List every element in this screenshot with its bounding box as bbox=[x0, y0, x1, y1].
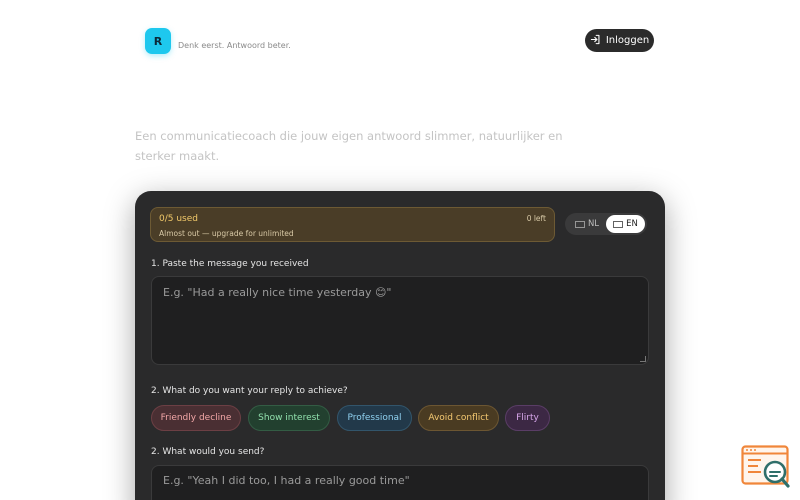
coach-card: 0/5 used 0 left Almost out — upgrade for… bbox=[135, 191, 665, 500]
login-icon bbox=[590, 34, 601, 48]
goal-chip-professional[interactable]: Professional bbox=[337, 405, 412, 431]
flag-en-icon bbox=[613, 220, 624, 228]
usage-remaining: 0 left bbox=[526, 214, 546, 223]
app-page: R Denk eerst. Antwoord beter. Inloggen E… bbox=[0, 0, 800, 500]
goal-chip-avoid-conflict[interactable]: Avoid conflict bbox=[418, 405, 499, 431]
brand-tagline: Denk eerst. Antwoord beter. bbox=[178, 41, 291, 50]
draft-reply-input[interactable]: E.g. "Yeah I did too, I had a really goo… bbox=[151, 465, 649, 500]
goal-chip-flirty[interactable]: Flirty bbox=[505, 405, 550, 431]
goal-chip-show-interest[interactable]: Show interest bbox=[248, 405, 330, 431]
flag-nl-icon bbox=[574, 220, 585, 228]
step2-label: 2. What do you want your reply to achiev… bbox=[151, 386, 348, 396]
usage-count: 0/5 used bbox=[159, 214, 198, 224]
language-nl-label: NL bbox=[587, 219, 600, 229]
usage-banner[interactable]: 0/5 used 0 left Almost out — upgrade for… bbox=[150, 207, 555, 242]
login-button[interactable]: Inloggen bbox=[585, 29, 654, 52]
brand-logo-letter: R bbox=[153, 34, 163, 48]
hero-description: Een communicatiecoach die jouw eigen ant… bbox=[135, 129, 563, 163]
received-message-input[interactable]: E.g. "Had a really nice time yesterday 😊… bbox=[151, 276, 649, 365]
language-option-nl[interactable]: NL bbox=[569, 215, 605, 233]
received-message-placeholder: E.g. "Had a really nice time yesterday 😊… bbox=[163, 286, 392, 299]
draft-reply-placeholder: E.g. "Yeah I did too, I had a really goo… bbox=[163, 474, 410, 487]
usage-upgrade-note: Almost out — upgrade for unlimited bbox=[159, 229, 294, 238]
goal-chip-friendly-decline[interactable]: Friendly decline bbox=[151, 405, 241, 431]
step3-label: 2. What would you send? bbox=[151, 447, 265, 457]
step1-label: 1. Paste the message you received bbox=[151, 259, 309, 269]
resize-handle-icon[interactable] bbox=[640, 356, 646, 362]
search-chat-widget-icon[interactable] bbox=[741, 445, 791, 490]
language-option-en[interactable]: EN bbox=[606, 215, 645, 233]
login-label: Inloggen bbox=[605, 35, 650, 46]
brand-logo[interactable]: R bbox=[145, 28, 171, 54]
language-en-label: EN bbox=[626, 219, 638, 229]
language-toggle: NL EN bbox=[565, 213, 647, 235]
